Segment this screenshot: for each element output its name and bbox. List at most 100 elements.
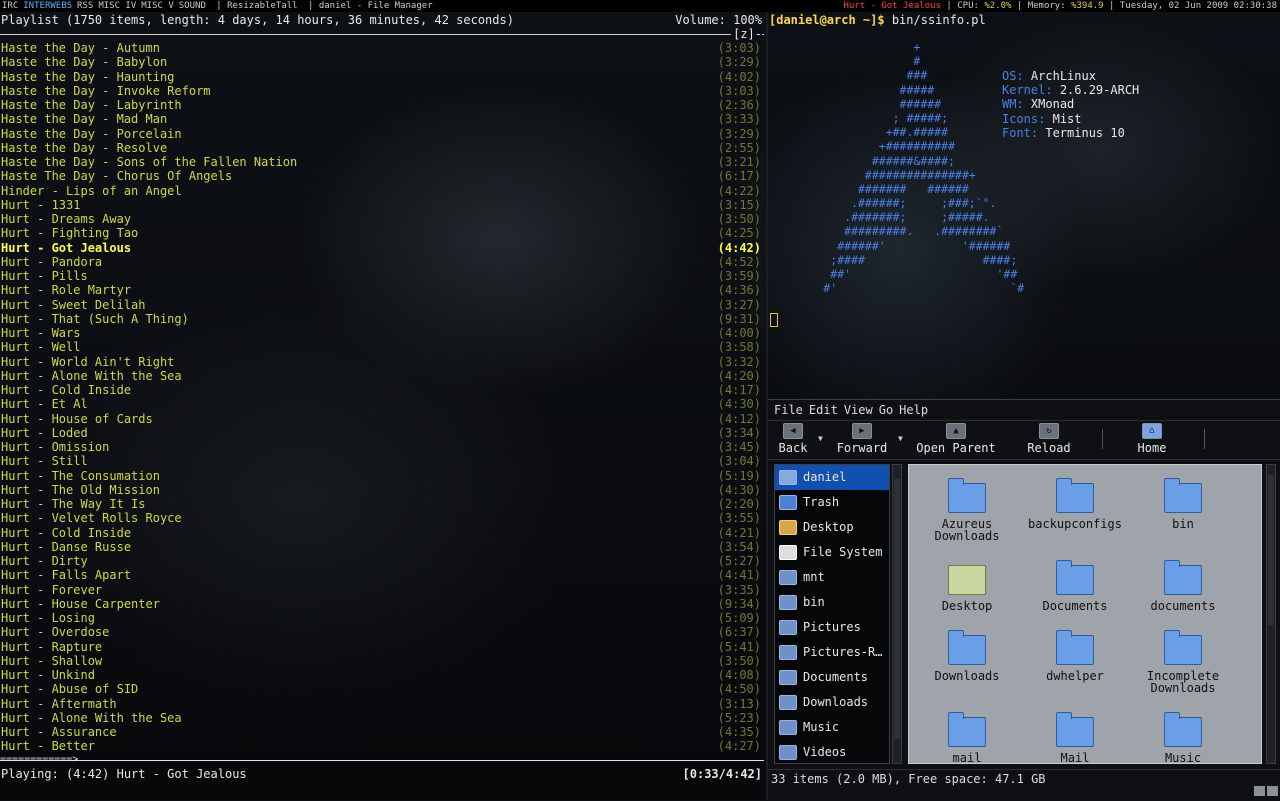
playlist-row[interactable]: Hurt - House of Cards (4:12) bbox=[0, 412, 766, 426]
playlist-row[interactable]: Hurt - Omission (3:45) bbox=[0, 440, 766, 454]
terminal-window[interactable]: [daniel@arch ~]$ bin/ssinfo.pl + # ### #… bbox=[768, 12, 1280, 398]
places-sidebar[interactable]: daniel Trash Desktop File System mnt bin Pictu… bbox=[774, 464, 890, 764]
menu-help[interactable]: Help bbox=[899, 400, 928, 420]
menu-go[interactable]: Go bbox=[879, 400, 893, 420]
sidebar-item-daniel[interactable]: daniel bbox=[775, 465, 889, 490]
playlist-row[interactable]: Haste the Day - Porcelain (3:29) bbox=[0, 127, 766, 141]
file-item[interactable]: backupconfigs bbox=[1021, 478, 1129, 530]
playlist-row[interactable]: Hurt - Pills (3:59) bbox=[0, 269, 766, 283]
open-parent-button[interactable]: ▲ Open Parent bbox=[916, 423, 996, 457]
forward-history-dropdown-icon[interactable]: ▼ bbox=[898, 434, 903, 443]
sidebar-item-mnt[interactable]: mnt bbox=[775, 565, 889, 590]
playlist-row[interactable]: Haste the Day - Babylon (3:29) bbox=[0, 55, 766, 69]
sidebar-item-music[interactable]: Music bbox=[775, 715, 889, 740]
back-button[interactable]: ◀ Back bbox=[776, 423, 810, 457]
playlist-row[interactable]: Hurt - Well (3:58) bbox=[0, 340, 766, 354]
back-history-dropdown-icon[interactable]: ▼ bbox=[818, 434, 823, 443]
playlist-row[interactable]: Hurt - Sweet Delilah (3:27) bbox=[0, 298, 766, 312]
file-icon-view[interactable]: Azureus Downloads backupconfigs bin Desktop D… bbox=[908, 464, 1262, 764]
playlist-row[interactable]: Hurt - Wars (4:00) bbox=[0, 326, 766, 340]
playlist-row[interactable]: Hurt - Pandora (4:52) bbox=[0, 255, 766, 269]
playlist[interactable]: Haste the Day - Autumn (3:03) Haste the Da… bbox=[0, 41, 766, 754]
playlist-row[interactable]: Hurt - Better (4:27) bbox=[0, 739, 766, 753]
playlist-row[interactable]: Hurt - Abuse of SID (4:50) bbox=[0, 682, 766, 696]
playlist-row[interactable]: Hurt - Danse Russe (3:54) bbox=[0, 540, 766, 554]
home-button[interactable]: ⌂ Home bbox=[1132, 423, 1172, 457]
workspace-interwebs[interactable]: INTERWEBS bbox=[23, 1, 72, 11]
playlist-row[interactable]: Haste the Day - Mad Man (3:33) bbox=[0, 112, 766, 126]
main-scroll-thumb[interactable] bbox=[1268, 475, 1274, 625]
file-item[interactable]: Downloads bbox=[913, 630, 1021, 682]
playlist-row[interactable]: Haste the Day - Haunting (4:02) bbox=[0, 70, 766, 84]
sidebar-item-desktop[interactable]: Desktop bbox=[775, 515, 889, 540]
workspace-irc[interactable]: IRC bbox=[2, 1, 18, 11]
playlist-row[interactable]: Hurt - Alone With the Sea (4:20) bbox=[0, 369, 766, 383]
sidebar-item-file-system[interactable]: File System bbox=[775, 540, 889, 565]
playlist-row[interactable]: Hurt - Unkind (4:08) bbox=[0, 668, 766, 682]
playlist-row[interactable]: Hurt - Velvet Rolls Royce (3:55) bbox=[0, 511, 766, 525]
sidebar-item-downloads[interactable]: Downloads bbox=[775, 690, 889, 715]
sidebar-item-pictures-r[interactable]: Pictures-R… bbox=[775, 640, 889, 665]
playlist-row[interactable]: Hurt - The Old Mission (4:30) bbox=[0, 483, 766, 497]
tray-icon[interactable] bbox=[1267, 786, 1278, 796]
sidebar-item-documents[interactable]: Documents bbox=[775, 665, 889, 690]
file-item[interactable]: Desktop bbox=[913, 565, 1021, 612]
file-item[interactable]: dwhelper bbox=[1021, 630, 1129, 682]
sidebar-scroll-thumb[interactable] bbox=[894, 479, 900, 739]
file-item[interactable]: Music bbox=[1129, 712, 1237, 763]
tray-icon[interactable] bbox=[1254, 786, 1265, 796]
file-item[interactable]: Documents bbox=[1021, 560, 1129, 612]
playlist-row[interactable]: Hurt - House Carpenter (9:34) bbox=[0, 597, 766, 611]
playlist-row[interactable]: Hurt - Losing (5:09) bbox=[0, 611, 766, 625]
playlist-row[interactable]: Hurt - The Consumation (5:19) bbox=[0, 469, 766, 483]
playlist-row[interactable]: Haste the Day - Resolve (2:55) bbox=[0, 141, 766, 155]
playlist-row[interactable]: Hurt - Rapture (5:41) bbox=[0, 640, 766, 654]
playlist-row[interactable]: Hurt - Fighting Tao (4:25) bbox=[0, 226, 766, 240]
playlist-row[interactable]: Hurt - Dreams Away (3:50) bbox=[0, 212, 766, 226]
file-item[interactable]: mail bbox=[913, 712, 1021, 763]
workspace-sound[interactable]: SOUND bbox=[179, 1, 206, 11]
playlist-row[interactable]: Haste the Day - Labyrinth (2:36) bbox=[0, 98, 766, 112]
menu-view[interactable]: View bbox=[844, 400, 873, 420]
workspace-rss[interactable]: RSS bbox=[77, 1, 93, 11]
forward-button[interactable]: ▶ Forward bbox=[836, 423, 888, 457]
playlist-row[interactable]: Hurt - Overdose (6:37) bbox=[0, 625, 766, 639]
playlist-row[interactable]: Hurt - 1331 (3:15) bbox=[0, 198, 766, 212]
playlist-row[interactable]: Hurt - Alone With the Sea (5:23) bbox=[0, 711, 766, 725]
playlist-row[interactable]: Hurt - Cold Inside (4:21) bbox=[0, 526, 766, 540]
playlist-row[interactable]: Hurt - Loded (3:34) bbox=[0, 426, 766, 440]
playlist-row[interactable]: Hinder - Lips of an Angel (4:22) bbox=[0, 184, 766, 198]
playlist-row-current[interactable]: Hurt - Got Jealous (4:42) bbox=[0, 241, 766, 255]
playlist-row[interactable]: Hurt - Role Martyr (4:36) bbox=[0, 283, 766, 297]
sidebar-scrollbar[interactable] bbox=[892, 464, 902, 764]
playlist-row[interactable]: Hurt - Cold Inside (4:17) bbox=[0, 383, 766, 397]
sidebar-item-bin[interactable]: bin bbox=[775, 590, 889, 615]
workspace-misc-iv[interactable]: MISC IV bbox=[98, 1, 136, 11]
file-item[interactable]: bin bbox=[1129, 478, 1237, 530]
playlist-row[interactable]: Hurt - Falls Apart (4:41) bbox=[0, 568, 766, 582]
playlist-row[interactable]: Haste The Day - Chorus Of Angels (6:17) bbox=[0, 169, 766, 183]
file-item[interactable]: Incomplete Downloads bbox=[1129, 630, 1237, 694]
sidebar-item-trash[interactable]: Trash bbox=[775, 490, 889, 515]
file-item[interactable]: Mail bbox=[1021, 712, 1129, 763]
playlist-row[interactable]: Hurt - World Ain't Right (3:32) bbox=[0, 355, 766, 369]
menu-file[interactable]: File bbox=[774, 400, 803, 420]
menu-edit[interactable]: Edit bbox=[809, 400, 838, 420]
playlist-row[interactable]: Haste the Day - Invoke Reform (3:03) bbox=[0, 84, 766, 98]
workspace-misc-v[interactable]: MISC V bbox=[141, 1, 174, 11]
pane-divider[interactable] bbox=[766, 12, 768, 800]
reload-button[interactable]: ↻ Reload bbox=[1026, 423, 1072, 457]
main-scrollbar[interactable] bbox=[1266, 464, 1276, 764]
playlist-row[interactable]: Hurt - The Way It Is (2:20) bbox=[0, 497, 766, 511]
playlist-row[interactable]: Hurt - Dirty (5:27) bbox=[0, 554, 766, 568]
playlist-row[interactable]: Hurt - Assurance (4:35) bbox=[0, 725, 766, 739]
file-item[interactable]: documents bbox=[1129, 560, 1237, 612]
playlist-row[interactable]: Hurt - Et Al (4:30) bbox=[0, 397, 766, 411]
playlist-row[interactable]: Haste the Day - Autumn (3:03) bbox=[0, 41, 766, 55]
playlist-row[interactable]: Hurt - Shallow (3:50) bbox=[0, 654, 766, 668]
playlist-row[interactable]: Haste the Day - Sons of the Fallen Natio… bbox=[0, 155, 766, 169]
playlist-row[interactable]: Hurt - Aftermath (3:13) bbox=[0, 697, 766, 711]
file-manager-window[interactable]: File Edit View Go Help ◀ Back ▼ ▶ Forward ▼ … bbox=[768, 399, 1280, 801]
playlist-row[interactable]: Hurt - That (Such A Thing) (9:31) bbox=[0, 312, 766, 326]
sidebar-item-videos[interactable]: Videos bbox=[775, 740, 889, 763]
